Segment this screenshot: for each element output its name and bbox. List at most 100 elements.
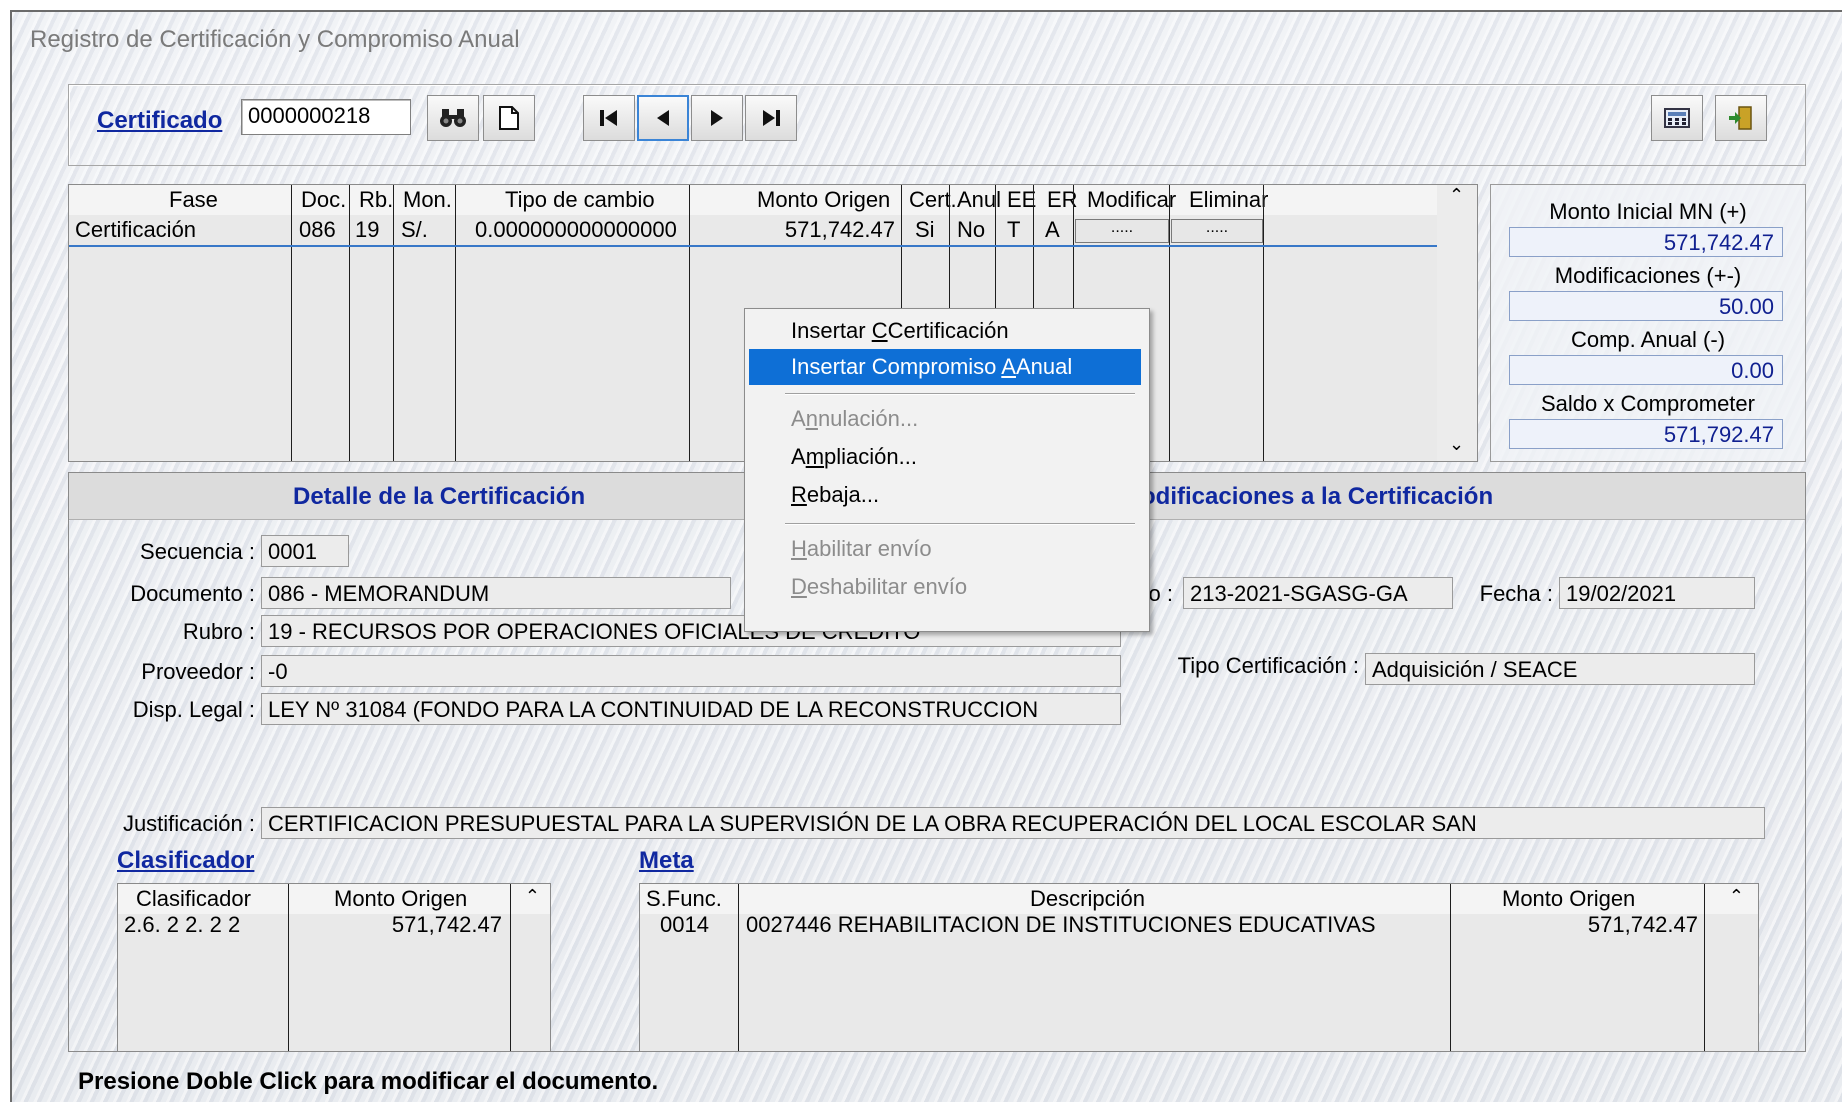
tipo-certificacion-label: Tipo Certificación : — [1177, 653, 1359, 678]
col-header-modificar: Modificar — [1087, 187, 1177, 212]
menu-item-deshabilitar-envio[interactable]: Deshabilitar envío — [749, 569, 1141, 605]
menu-text: abilitar envío — [806, 536, 932, 561]
disp-legal-field[interactable]: LEY Nº 31084 (FONDO PARA LA CONTINUIDAD … — [261, 693, 1121, 725]
row-mon: S/. — [401, 217, 428, 242]
secuencia-label: Secuencia : — [140, 539, 255, 564]
row-tipo-cambio: 0.000000000000000 — [475, 217, 677, 242]
last-record-icon — [759, 108, 783, 128]
exit-door-icon — [1727, 105, 1755, 131]
clasificador-grid: Clasificador Monto Origen 2.6. 2 2. 2 2 … — [117, 883, 551, 1051]
col-header-monto-origen: Monto Origen — [757, 187, 891, 212]
menu-text: pliación... — [824, 444, 917, 469]
monto-inicial-value: 571,742.47 — [1509, 227, 1783, 257]
menu-text: Certificación — [887, 318, 1009, 343]
tipo-certificacion-field[interactable]: Adquisición / SEACE — [1365, 653, 1755, 685]
fecha-label: Fecha : — [1479, 581, 1553, 606]
documento-label: Documento : — [130, 581, 255, 606]
menu-text: Anual — [1015, 354, 1073, 379]
main-window: Registro de Certificación y Compromiso A… — [10, 10, 1842, 1102]
status-bar: Presione Doble Click para modificar el d… — [78, 1068, 659, 1095]
eliminar-button[interactable]: ..... — [1171, 219, 1263, 243]
calculator-button[interactable] — [1651, 95, 1703, 141]
secuencia-field[interactable]: 0001 — [261, 535, 349, 567]
saldo-value: 571,792.47 — [1509, 419, 1783, 449]
chevron-up-icon[interactable]: ⌃ — [525, 886, 540, 907]
next-record-icon — [707, 108, 727, 128]
menu-text: ebaja... — [806, 482, 880, 507]
meta-grid: S.Func. Descripción Monto Origen 0014 00… — [639, 883, 1759, 1051]
clasificador-monto: 571,742.47 — [391, 912, 502, 937]
first-record-button[interactable] — [583, 95, 635, 141]
row-er: A — [1045, 217, 1060, 242]
modificar-button[interactable]: ..... — [1075, 219, 1169, 243]
disp-legal-label: Disp. Legal : — [132, 697, 255, 722]
row-monto-origen: 571,742.47 — [784, 217, 895, 242]
tab-modificaciones[interactable]: odificaciones a la Certificación — [1141, 483, 1493, 511]
col-header-mon: Mon. — [403, 187, 452, 212]
col-header-tipo-cambio: Tipo de cambio — [505, 187, 655, 212]
col-header-fase: Fase — [169, 187, 218, 212]
col-header-ee: EE — [1007, 187, 1037, 212]
certificado-number-field[interactable]: 0000000218 — [241, 99, 411, 135]
toolbar: Certificado 0000000218 — [68, 84, 1806, 166]
justificacion-field[interactable]: CERTIFICACION PRESUPUESTAL PARA LA SUPER… — [261, 807, 1765, 839]
table-row[interactable]: 0014 0027446 REHABILITACION DE INSTITUCI… — [640, 912, 1704, 944]
chevron-up-icon[interactable]: ⌃ — [1729, 886, 1744, 907]
rubro-label: Rubro : — [182, 619, 255, 644]
meta-monto: 571,742.47 — [1587, 912, 1698, 937]
last-record-button[interactable] — [745, 95, 797, 141]
menu-item-habilitar-envio[interactable]: Habilitar envío — [749, 531, 1141, 567]
previous-record-button[interactable] — [637, 95, 689, 141]
comp-anual-value: 0.00 — [1509, 355, 1783, 385]
row-ee: T — [1007, 217, 1021, 242]
certificado-link[interactable]: Certificado — [97, 107, 222, 135]
tab-detalle[interactable]: Detalle de la Certificación — [293, 483, 585, 511]
proveedor-field[interactable]: -0 — [261, 655, 1121, 687]
meta-link[interactable]: Meta — [639, 847, 694, 875]
comp-anual-label: Comp. Anual (-) — [1570, 327, 1726, 352]
numero-field[interactable]: 213-2021-SGASG-GA — [1183, 577, 1453, 609]
context-menu: Insertar CCertificación Insertar Comprom… — [744, 308, 1150, 632]
row-anul: No — [957, 217, 986, 242]
col-header-doc: Doc. — [301, 187, 347, 212]
calculator-icon — [1663, 106, 1691, 130]
window-title: Registro de Certificación y Compromiso A… — [30, 26, 520, 53]
col-header-rb: Rb. — [359, 187, 394, 212]
meta-sfunc: 0014 — [660, 912, 709, 937]
row-cert: Si — [915, 217, 935, 242]
menu-item-ampliacion[interactable]: Ampliación... — [749, 439, 1141, 475]
first-record-icon — [597, 108, 621, 128]
menu-item-insertar-certificacion[interactable]: Insertar CCertificación — [749, 313, 1141, 349]
meta-descripcion: 0027446 REHABILITACION DE INSTITUCIONES … — [746, 912, 1376, 937]
new-document-icon — [498, 105, 520, 131]
new-document-button[interactable] — [483, 95, 535, 141]
modificaciones-label: Modificaciones (+-) — [1554, 263, 1742, 288]
exit-button[interactable] — [1715, 95, 1767, 141]
binoculars-icon — [438, 107, 468, 129]
documento-field[interactable]: 086 - MEMORANDUM — [261, 577, 731, 609]
modificaciones-value: 50.00 — [1509, 291, 1783, 321]
clasificador-link[interactable]: Clasificador — [117, 847, 254, 875]
phases-scrollbar[interactable]: ⌃ ⌄ — [1437, 185, 1477, 461]
chevron-up-icon[interactable]: ⌃ — [1449, 185, 1464, 206]
row-rb: 19 — [355, 217, 380, 242]
menu-item-insertar-compromiso-anual[interactable]: Insertar Compromiso AAnual — [749, 349, 1141, 385]
menu-text: nulación... — [817, 406, 919, 431]
menu-item-anulacion[interactable]: Annulación... — [749, 401, 1141, 437]
proveedor-label: Proveedor : — [141, 659, 255, 684]
search-button[interactable] — [427, 95, 479, 141]
row-fase: Certificación — [75, 217, 197, 242]
chevron-down-icon[interactable]: ⌄ — [1449, 434, 1464, 455]
col-header-eliminar: Eliminar — [1189, 187, 1269, 212]
table-row[interactable]: 2.6. 2 2. 2 2 571,742.47 — [118, 912, 510, 944]
monto-inicial-label: Monto Inicial MN (+) — [1549, 199, 1747, 224]
fecha-field[interactable]: 19/02/2021 — [1559, 577, 1755, 609]
menu-item-rebaja[interactable]: Rebaja... — [749, 477, 1141, 513]
justificacion-label: Justificación : — [122, 811, 255, 836]
previous-record-icon — [653, 108, 673, 128]
saldo-label: Saldo x Comprometer — [1541, 391, 1755, 416]
next-record-button[interactable] — [691, 95, 743, 141]
menu-text: eshabilitar envío — [806, 574, 968, 599]
totals-panel: Monto Inicial MN (+) 571,742.47 Modifica… — [1490, 184, 1806, 462]
clasificador-code: 2.6. 2 2. 2 2 — [124, 912, 241, 937]
